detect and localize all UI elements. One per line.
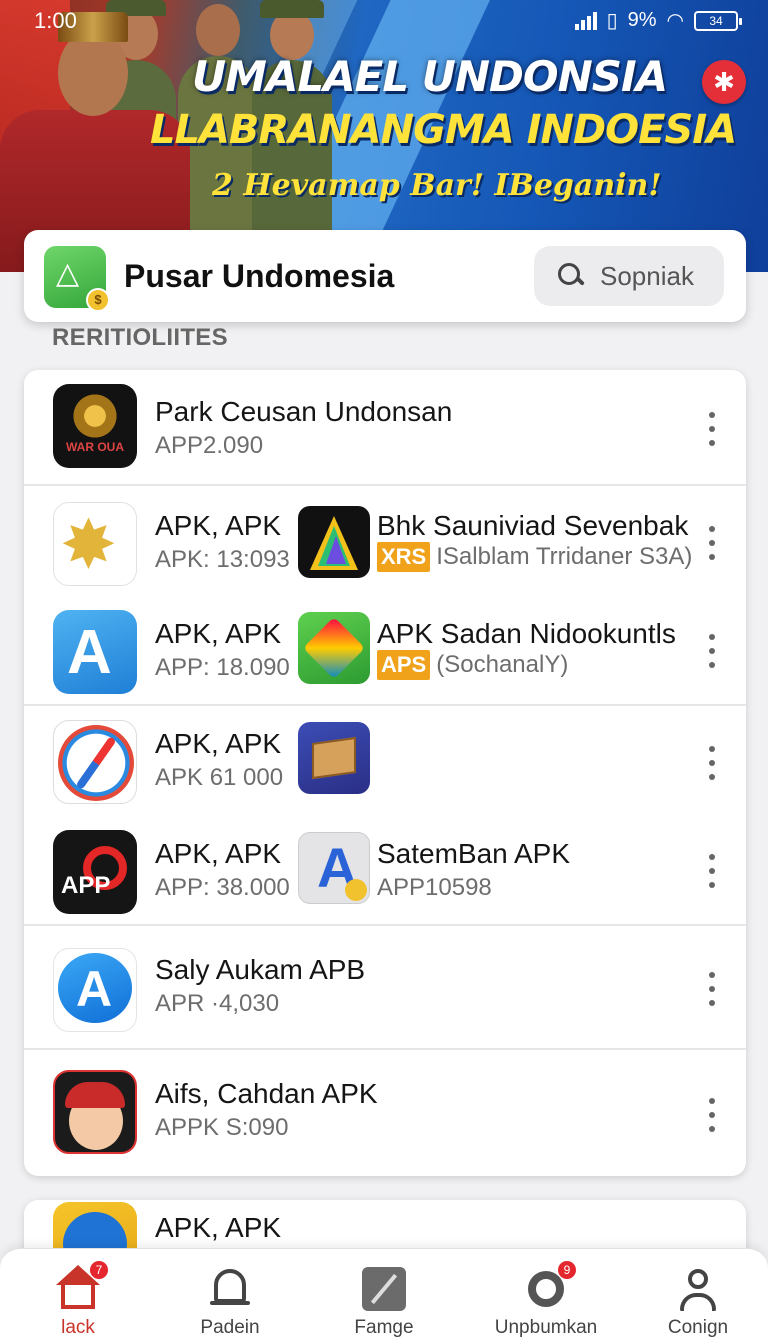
nav-item-notifications[interactable]: Padein [160, 1267, 300, 1339]
category-tag: XRS [377, 542, 431, 572]
gold-star-icon: ✸ [53, 502, 137, 586]
app-meta: APP: 38.000 [155, 874, 290, 901]
green-diamond-icon [298, 612, 370, 684]
search-icon [556, 261, 586, 291]
nav-label: Conign [667, 1317, 729, 1338]
tile-icon [362, 1267, 406, 1311]
nav-label: Unpbumkan [494, 1317, 598, 1338]
app-meta: APK: 13:093 [155, 546, 290, 573]
app-name: APK, APK [155, 1212, 282, 1243]
secondary-app-meta: APP10598 [377, 874, 492, 901]
more-options-icon[interactable] [700, 526, 724, 560]
app-logo-icon[interactable]: △ $ [44, 246, 110, 312]
more-options-icon[interactable] [700, 412, 724, 446]
status-icons: ▯ 9% ◠ 34 [574, 8, 742, 33]
search-button[interactable]: Sopniak [534, 246, 724, 306]
banner-tagline: 2 Hevamap Bar! IBeganin! [212, 168, 662, 203]
nav-item-account[interactable]: Conign [628, 1267, 768, 1339]
secondary-meta-text: (SochanalY) [436, 651, 569, 678]
ring-icon: 9 [524, 1261, 576, 1311]
more-options-icon[interactable] [700, 972, 724, 1006]
more-options-icon[interactable] [700, 634, 724, 668]
app-name: Aifs, Cahdan APK [155, 1078, 378, 1109]
wifi-icon: ◠ [666, 10, 684, 32]
nav-item-games[interactable]: Famge [314, 1267, 454, 1339]
app-meta: APK 61 000 [155, 764, 284, 791]
banner-headline: UMALAEL UNDONSIA [192, 52, 668, 101]
secondary-app-name: APK Sadan Nidookuntls [377, 618, 676, 649]
app-name: APK, APK [155, 728, 282, 759]
list-item[interactable]: A APK, APK APP: 18.090 APK Sadan Nidooku… [24, 598, 746, 706]
cartoon-face-icon [53, 1070, 137, 1154]
more-options-icon[interactable] [700, 854, 724, 888]
garuda-emblem-icon: WAR OUA [53, 384, 137, 468]
app-name: APK, APK [155, 838, 282, 869]
status-bar: 1:00 ▯ 9% ◠ 34 [0, 0, 768, 40]
nav-item-updates[interactable]: 9 Unpbumkan [476, 1261, 616, 1339]
signal-icon [574, 11, 597, 30]
list-item[interactable]: APP APK, APK APP: 38.000 A SatemBan APK … [24, 818, 746, 926]
app-meta: APP: 18.090 [155, 654, 290, 681]
section-label: RERITIOLIITES [52, 324, 228, 351]
notification-badge: 7 [90, 1261, 108, 1279]
app-meta: APPK S:090 [155, 1114, 289, 1141]
icon-text: APP [61, 872, 111, 899]
bottom-navigation: 7 lack Padein Famge 9 Unpbumkan Conign [0, 1248, 768, 1344]
list-item[interactable]: APK, APK APK 61 000 [24, 706, 746, 818]
prism-triangle-icon [298, 506, 370, 578]
notification-badge: 9 [558, 1261, 576, 1279]
vibrate-icon: ▯ [606, 10, 618, 32]
app-header: △ $ Pusar Undomesia Sopniak [24, 230, 746, 322]
more-options-icon[interactable] [700, 746, 724, 780]
package-box-icon [298, 722, 370, 794]
grey-a-icon: A [298, 832, 370, 904]
app-name: Saly Aukam APB [155, 954, 366, 985]
snowflake-badge-icon[interactable]: ✱ [702, 60, 746, 104]
secondary-app-name: Bhk Sauniviad Sevenbak [377, 510, 689, 541]
page-title: Pusar Undomesia [124, 258, 395, 294]
secondary-app-meta: XRS ISalblam Trridaner S3A) [377, 542, 692, 572]
nav-label: Padein [200, 1317, 260, 1338]
app-name: APK, APK [155, 618, 282, 649]
banner-subheadline: LLABRANANGMA INDOESIA [150, 107, 737, 153]
nav-label: Famge [354, 1317, 414, 1338]
list-item[interactable]: WAR OUA Park Ceusan Undonsan APP2.090 [24, 370, 746, 486]
battery-percent: 9% [627, 9, 657, 31]
secondary-meta-text: ISalblam Trridaner S3A) [436, 543, 693, 570]
user-icon [676, 1267, 720, 1311]
secondary-app-meta: APS (SochanalY) [377, 650, 568, 680]
search-placeholder: Sopniak [600, 260, 694, 291]
blue-bubble-icon: A [53, 948, 137, 1032]
bell-icon [208, 1267, 252, 1311]
app-name: APK, APK [155, 510, 282, 541]
red-ring-icon: APP [53, 830, 137, 914]
app-list: WAR OUA Park Ceusan Undonsan APP2.090 ✸ … [24, 370, 746, 1176]
app-name: Park Ceusan Undonsan [155, 396, 453, 427]
app-meta: APR ·4,030 [155, 990, 280, 1017]
list-item[interactable]: Aifs, Cahdan APK APPK S:090 [24, 1050, 746, 1176]
compass-icon [53, 720, 137, 804]
nav-item-home[interactable]: 7 lack [8, 1261, 148, 1339]
battery-icon: 34 [694, 10, 742, 31]
list-item[interactable]: A Saly Aukam APB APR ·4,030 [24, 926, 746, 1050]
secondary-app-name: SatemBan APK [377, 838, 571, 869]
blue-a-icon: A [53, 610, 137, 694]
status-time: 1:00 [34, 8, 77, 33]
nav-label: lack [61, 1317, 95, 1338]
more-options-icon[interactable] [700, 1098, 724, 1132]
home-icon: 7 [56, 1261, 108, 1311]
category-tag: APS [377, 650, 431, 680]
list-item[interactable]: ✸ APK, APK APK: 13:093 Bhk Sauniviad Sev… [24, 486, 746, 598]
app-meta: APP2.090 [155, 432, 264, 459]
